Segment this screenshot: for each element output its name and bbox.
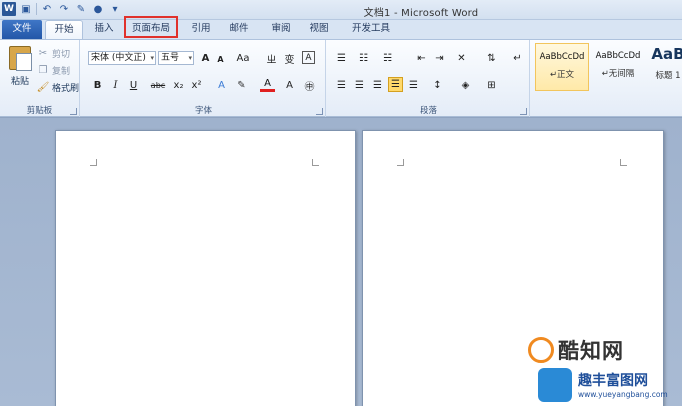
- style-name: 标题 1: [655, 71, 681, 81]
- paste-label: 粘贴: [10, 77, 29, 87]
- format-painter-button[interactable]: 🖌 格式刷: [36, 80, 79, 94]
- brand-logo-icon: [538, 368, 572, 402]
- sort-icon[interactable]: ⇅: [484, 51, 499, 66]
- text-effects-icon[interactable]: A: [214, 78, 229, 93]
- style-preview: AaB: [651, 45, 682, 63]
- paragraph-group-label: 段落: [419, 106, 437, 116]
- font-name-select[interactable]: 宋体 (中文正) ▾: [88, 51, 156, 65]
- paste-icon: [9, 46, 32, 71]
- ribbon-tabs: 文件 开始 插入 页面布局 引用 邮件 审阅 视图 开发工具: [0, 20, 682, 40]
- brush-icon: 🖌: [36, 81, 50, 93]
- font-group-label: 字体: [194, 106, 212, 116]
- style-heading-1[interactable]: AaB 标题 1: [648, 43, 682, 91]
- ribbon: 粘贴 ✂ 剪切 ❐ 复制 🖌 格式刷 剪贴板 宋体 (中文正) ▾ 五号 ▾ A…: [0, 39, 682, 117]
- font-size-value: 五号: [161, 53, 180, 63]
- char-shading-icon[interactable]: A: [302, 51, 315, 64]
- subscript-button[interactable]: x₂: [171, 78, 186, 93]
- distribute-icon[interactable]: ☰: [406, 78, 421, 93]
- tab-home[interactable]: 开始: [45, 20, 83, 40]
- multilevel-list-icon[interactable]: ☵: [380, 51, 395, 66]
- chevron-down-icon: ▾: [150, 54, 154, 62]
- superscript-button[interactable]: x²: [189, 78, 204, 93]
- copy-button[interactable]: ❐ 复制: [36, 63, 71, 77]
- font-name-value: 宋体 (中文正): [91, 53, 146, 63]
- char-style-icon[interactable]: A: [282, 78, 297, 93]
- paste-button[interactable]: 粘贴: [6, 46, 34, 94]
- margin-corner: [312, 159, 319, 166]
- dialog-launcher-icon[interactable]: [316, 108, 323, 115]
- align-center-icon[interactable]: ☰: [352, 78, 367, 93]
- paragraph-group: ☰ ☷ ☵ ⇤ ⇥ ✕ ⇅ ↵ ☰ ☰ ☰ ☰ ☰ ↕ ◈ ⊞ 段落: [328, 40, 530, 117]
- margin-corner: [397, 159, 404, 166]
- watermark-text: 酷知网: [558, 339, 624, 363]
- title-bar: W ▣ ↶ ↷ ✎ ● ▾ 文档1 - Microsoft Word: [0, 0, 682, 20]
- numbering-icon[interactable]: ☷: [356, 51, 371, 66]
- tab-references[interactable]: 引用: [184, 20, 218, 39]
- copy-label: 复制: [52, 66, 71, 77]
- increase-indent-icon[interactable]: ⇥: [432, 51, 447, 66]
- watermark-logo-2: 趣丰富图网 www.yueyangbang.com: [538, 366, 682, 406]
- align-left-icon[interactable]: ☰: [334, 78, 349, 93]
- align-right-icon[interactable]: ☰: [370, 78, 385, 93]
- bold-button[interactable]: B: [90, 78, 105, 93]
- style-normal[interactable]: AaBbCcDd ↵正文: [535, 43, 589, 91]
- char-border-icon[interactable]: 变: [282, 51, 297, 66]
- line-spacing-icon[interactable]: ↕: [430, 78, 445, 93]
- tab-review[interactable]: 审阅: [264, 20, 298, 39]
- tab-file[interactable]: 文件: [2, 20, 42, 39]
- clipboard-group-label: 剪贴板: [26, 106, 53, 116]
- phonetic-guide-icon[interactable]: ㄓ: [264, 51, 279, 66]
- tab-mailings[interactable]: 邮件: [222, 20, 256, 39]
- highlight-icon[interactable]: ✎: [234, 78, 249, 93]
- strikethrough-button[interactable]: abc: [148, 78, 168, 93]
- justify-icon[interactable]: ☰: [388, 77, 403, 92]
- font-group: 宋体 (中文正) ▾ 五号 ▾ A A Aa ㄓ 变 A B I U abc x…: [82, 40, 326, 117]
- style-name: ↵无间隔: [601, 69, 635, 79]
- dialog-launcher-icon[interactable]: [520, 108, 527, 115]
- italic-button[interactable]: I: [108, 78, 123, 93]
- margin-corner: [90, 159, 97, 166]
- watermark-logo: 酷知网: [528, 335, 624, 365]
- borders-icon[interactable]: ⊞: [484, 78, 499, 93]
- style-preview: AaBbCcDd: [539, 52, 585, 62]
- tab-view[interactable]: 视图: [302, 20, 336, 39]
- show-marks-icon[interactable]: ↵: [510, 51, 525, 66]
- format-painter-label: 格式刷: [52, 83, 80, 94]
- style-no-spacing[interactable]: AaBbCcDd ↵无间隔: [591, 43, 645, 91]
- underline-button[interactable]: U: [126, 78, 141, 93]
- grow-font-button[interactable]: A: [198, 51, 213, 66]
- cut-label: 剪切: [52, 49, 71, 60]
- style-name: ↵正文: [549, 70, 575, 80]
- brand-circle-icon: [528, 337, 554, 363]
- highlight-box: [124, 16, 178, 38]
- clipboard-group: 粘贴 ✂ 剪切 ❐ 复制 🖌 格式刷 剪贴板: [0, 40, 80, 117]
- chevron-down-icon: ▾: [188, 54, 192, 62]
- tab-insert[interactable]: 插入: [88, 20, 120, 39]
- font-size-select[interactable]: 五号 ▾: [158, 51, 194, 65]
- margin-corner: [620, 159, 627, 166]
- tab-developer[interactable]: 开发工具: [344, 20, 398, 39]
- dialog-launcher-icon[interactable]: [70, 108, 77, 115]
- watermark-url: www.yueyangbang.com: [578, 390, 668, 399]
- page-1[interactable]: [55, 130, 356, 406]
- chinese-layout-icon[interactable]: ✕: [454, 51, 469, 66]
- scissors-icon: ✂: [38, 47, 48, 59]
- font-color-button[interactable]: A: [260, 77, 275, 92]
- style-preview: AaBbCcDd: [595, 51, 641, 61]
- shading-icon[interactable]: ◈: [458, 78, 473, 93]
- styles-gallery: AaBbCcDd ↵正文 AaBbCcDd ↵无间隔 AaB 标题 1: [532, 43, 682, 95]
- enclose-char-icon[interactable]: ㊥: [302, 78, 317, 93]
- watermark-text: 趣丰富图网: [578, 373, 648, 389]
- cut-button[interactable]: ✂ 剪切: [36, 46, 70, 60]
- window-title: 文档1 - Microsoft Word: [363, 8, 479, 19]
- shrink-font-button[interactable]: A: [213, 52, 228, 67]
- bullets-icon[interactable]: ☰: [334, 51, 349, 66]
- change-case-button[interactable]: Aa: [232, 51, 254, 66]
- copy-icon: ❐: [38, 64, 48, 76]
- decrease-indent-icon[interactable]: ⇤: [414, 51, 429, 66]
